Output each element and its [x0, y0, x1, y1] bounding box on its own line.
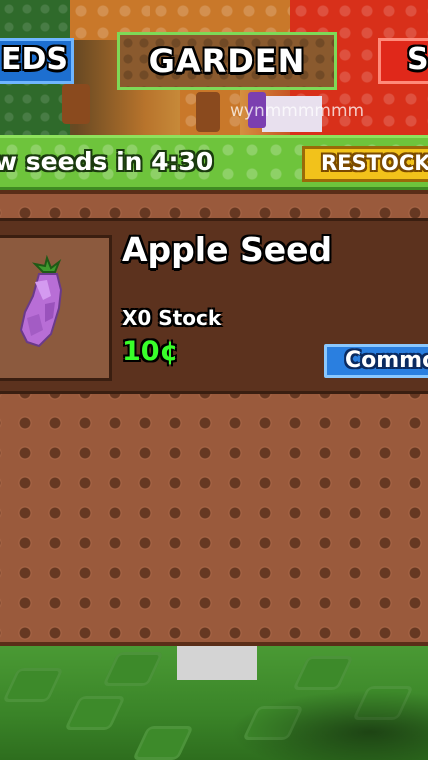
ground-stud: [132, 726, 194, 760]
pumpkin-decoration-icon: [62, 84, 90, 124]
player-username: wynmmmmmm: [230, 101, 365, 121]
rarity-badge: Commo: [324, 344, 428, 378]
item-thumbnail[interactable]: [0, 235, 112, 381]
item-stock: X0 Stock: [122, 306, 222, 330]
item-price: 10¢: [122, 336, 179, 367]
ground-stud: [292, 656, 354, 690]
stone-pillar: [177, 646, 257, 680]
tab-sell[interactable]: S: [378, 38, 428, 84]
restock-button[interactable]: RESTOCK: [302, 146, 428, 182]
ground-stud: [2, 668, 64, 702]
ground-stud: [102, 652, 164, 686]
eggplant-seed-icon: [19, 254, 63, 348]
ground-stud: [64, 696, 126, 730]
shadow: [230, 690, 428, 760]
tab-garden[interactable]: GARDEN: [117, 32, 337, 90]
pumpkin-decoration-icon: [196, 92, 220, 132]
tab-seeds[interactable]: EDS: [0, 38, 74, 84]
restock-timer: w seeds in 4:30: [0, 147, 214, 176]
item-name: Apple Seed: [122, 230, 333, 269]
orange-block: [150, 0, 290, 32]
